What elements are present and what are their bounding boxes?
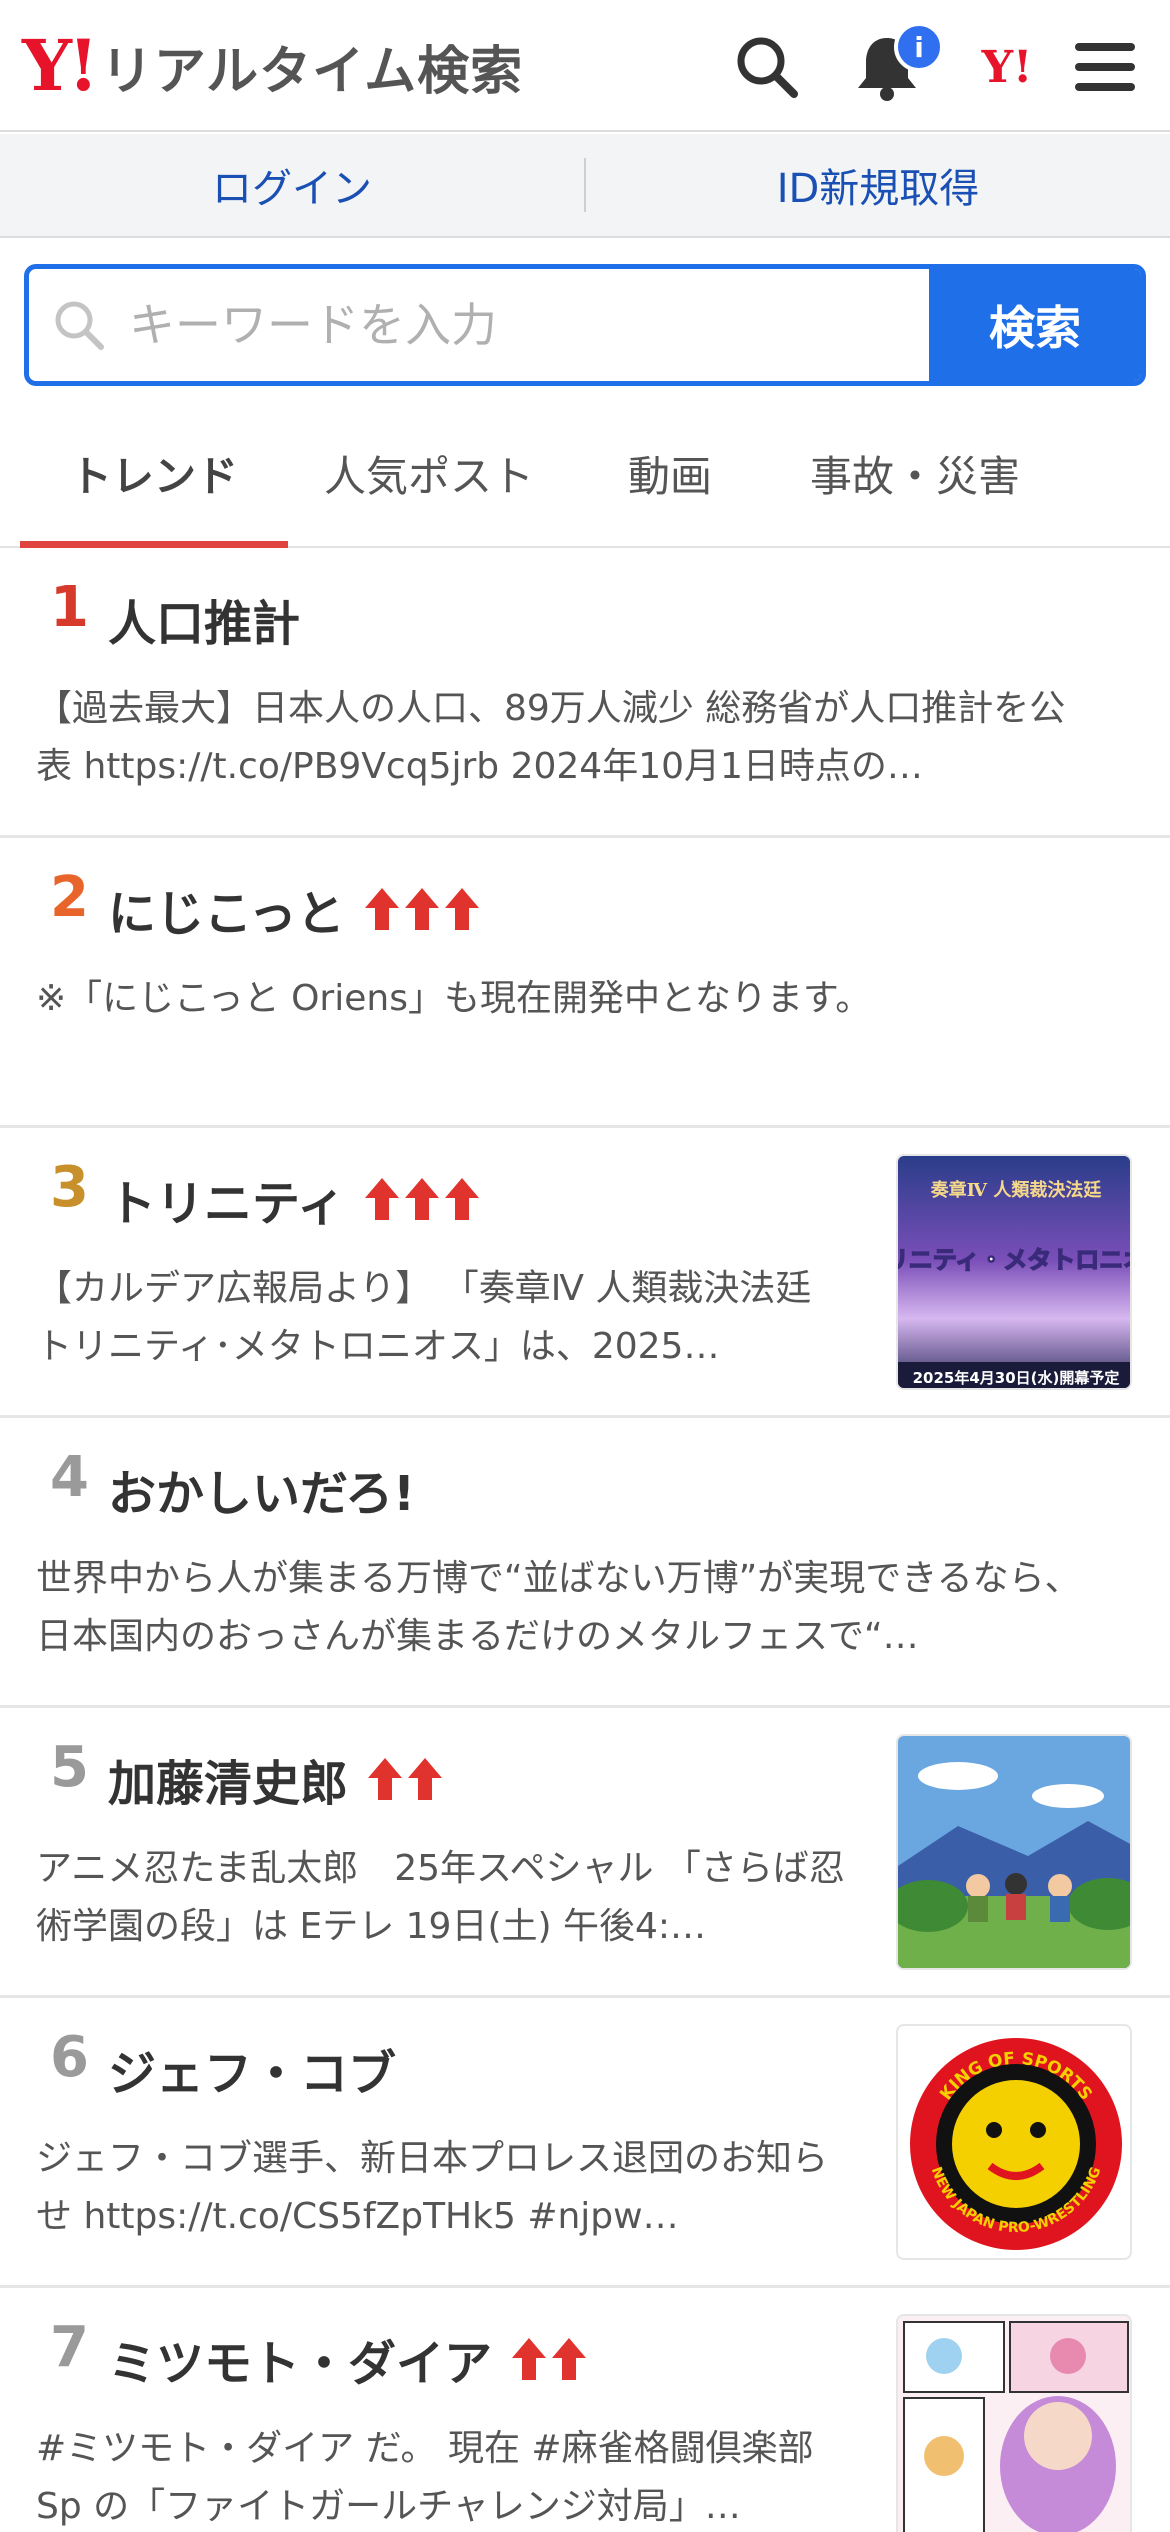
trend-up-arrows	[363, 886, 481, 932]
trend-item[interactable]: 1 人口推計 【過去最大】日本人の人口、89万人減少 総務省が人口推計を公表 h…	[0, 548, 1170, 838]
trend-title: 人口推計	[108, 596, 301, 652]
up-arrow-icon	[368, 1758, 403, 1800]
trend-up-arrows	[510, 2336, 588, 2382]
thumb-top-text: 奏章Ⅳ 人類裁決法廷	[931, 1179, 1103, 1201]
search-icon[interactable]	[722, 22, 812, 112]
trend-rank: 6	[50, 2025, 89, 2090]
yahoo-realtime-logo[interactable]: Y! リアルタイム検索	[22, 28, 523, 104]
search-box: 検索	[24, 264, 1146, 386]
tab-popular-posts[interactable]: 人気ポスト	[288, 400, 570, 546]
trend-title: にじこっと	[108, 886, 345, 942]
up-arrow-icon	[404, 888, 439, 930]
notification-badge: i	[894, 22, 944, 72]
tab-video[interactable]: 動画	[570, 400, 770, 546]
search-input[interactable]	[129, 269, 929, 381]
trend-rank: 5	[50, 1735, 89, 1800]
trend-item[interactable]: 5 加藤清史郎 アニメ忍たま乱太郎 25年スペシャル 「さらば忍術学園の段」は …	[0, 1708, 1170, 1998]
up-arrow-icon	[445, 1178, 480, 1220]
yahoo-japan-icon[interactable]: Y!	[962, 22, 1052, 112]
njpw-lion-logo: KING OF SPORTS NEW JAPAN PRO-WRESTLING	[910, 2038, 1122, 2250]
trend-rank: 2	[50, 865, 89, 930]
trend-item[interactable]: 7 ミツモト・ダイア #ミツモト・ダイア だ。 現在 #麻雀格闘倶楽部Sp の「…	[0, 2288, 1170, 2532]
login-link[interactable]: ログイン	[0, 134, 584, 236]
trend-rank: 4	[50, 1445, 89, 1510]
trend-description: 【過去最大】日本人の人口、89万人減少 総務省が人口推計を公表 https://…	[36, 688, 1066, 787]
trend-rank: 7	[50, 2315, 89, 2380]
trend-rank: 3	[50, 1155, 89, 1220]
trend-list: 1 人口推計 【過去最大】日本人の人口、89万人減少 総務省が人口推計を公表 h…	[0, 548, 1170, 2532]
trend-up-arrows	[363, 1176, 481, 1222]
trend-title: おかしいだろ!	[108, 1466, 416, 1522]
category-tabs: トレンド 人気ポスト 動画 事故・災害	[0, 400, 1170, 548]
app-header: Y! リアルタイム検索 i Y!	[0, 0, 1170, 132]
up-arrow-icon	[364, 888, 399, 930]
thumb-date-text: 2025年4月30日(水)開幕予定	[913, 1369, 1120, 1387]
tab-disaster[interactable]: 事故・災害	[770, 400, 1060, 546]
up-arrow-icon	[408, 1758, 443, 1800]
up-arrow-icon	[365, 1178, 400, 1220]
tab-trend[interactable]: トレンド	[20, 400, 288, 548]
trend-title: ジェフ・コブ	[108, 2046, 397, 2102]
up-arrow-icon	[512, 2338, 547, 2380]
trend-thumbnail[interactable]: 奏章Ⅳ 人類裁決法廷 トリニティ・メタトロニオス 2025年4月30日(水)開幕…	[896, 1154, 1132, 1390]
trend-title: 加藤清史郎	[108, 1756, 349, 1812]
trend-item[interactable]: 3 トリニティ 【カルデア広報局より】 「奏章Ⅳ 人類裁決法廷 トリニティ･メタ…	[0, 1128, 1170, 1418]
trend-item[interactable]: 2 にじこっと ※「にじこっと Oriens」も現在開発中となります。	[0, 838, 1170, 1128]
trend-up-arrows	[366, 1756, 444, 1802]
trend-item[interactable]: 4 おかしいだろ! 世界中から人が集まる万博で“並ばない万博”が実現できるなら、…	[0, 1418, 1170, 1708]
bell-icon[interactable]: i	[842, 22, 944, 112]
menu-icon[interactable]	[1060, 22, 1150, 112]
logo-mark: Y!	[22, 24, 99, 107]
trend-title: トリニティ	[108, 1176, 346, 1232]
trend-description: ※「にじこっと Oriens」も現在開発中となります。	[36, 978, 872, 1019]
thumb-main-text: トリニティ・メタトロニオス	[898, 1245, 1132, 1274]
search-button[interactable]: 検索	[929, 269, 1141, 381]
trend-thumbnail[interactable]	[896, 1734, 1132, 1970]
up-arrow-icon	[552, 2338, 587, 2380]
trend-thumbnail[interactable]: KING OF SPORTS NEW JAPAN PRO-WRESTLING	[896, 2024, 1132, 2260]
trend-description: 世界中から人が集まる万博で“並ばない万博”が実現できるなら、日本国内のおっさんが…	[36, 1558, 1081, 1657]
trend-description: アニメ忍たま乱太郎 25年スペシャル 「さらば忍術学園の段」は Eテレ 19日(…	[36, 1848, 845, 1947]
trend-rank: 1	[50, 575, 89, 640]
trend-title: ミツモト・ダイア	[108, 2336, 493, 2392]
trend-description: ジェフ・コブ選手、新日本プロレス退団のお知らせ https://t.co/CS5…	[36, 2138, 829, 2237]
up-arrow-icon	[405, 1178, 440, 1220]
up-arrow-icon	[444, 888, 479, 930]
trend-description: 【カルデア広報局より】 「奏章Ⅳ 人類裁決法廷 トリニティ･メタトロニオス」は、…	[36, 1268, 812, 1367]
logo-text: リアルタイム検索	[100, 41, 524, 102]
trend-thumbnail[interactable]	[896, 2314, 1132, 2532]
login-bar: ログイン ID新規取得	[0, 134, 1170, 238]
search-field-icon	[29, 269, 129, 381]
register-link[interactable]: ID新規取得	[586, 134, 1170, 236]
trend-item[interactable]: 6 ジェフ・コブ ジェフ・コブ選手、新日本プロレス退団のお知らせ https:/…	[0, 1998, 1170, 2288]
trend-description: #ミツモト・ダイア だ。 現在 #麻雀格闘倶楽部Sp の「ファイトガールチャレン…	[36, 2428, 814, 2527]
yahoo-mark: Y!	[981, 41, 1033, 93]
